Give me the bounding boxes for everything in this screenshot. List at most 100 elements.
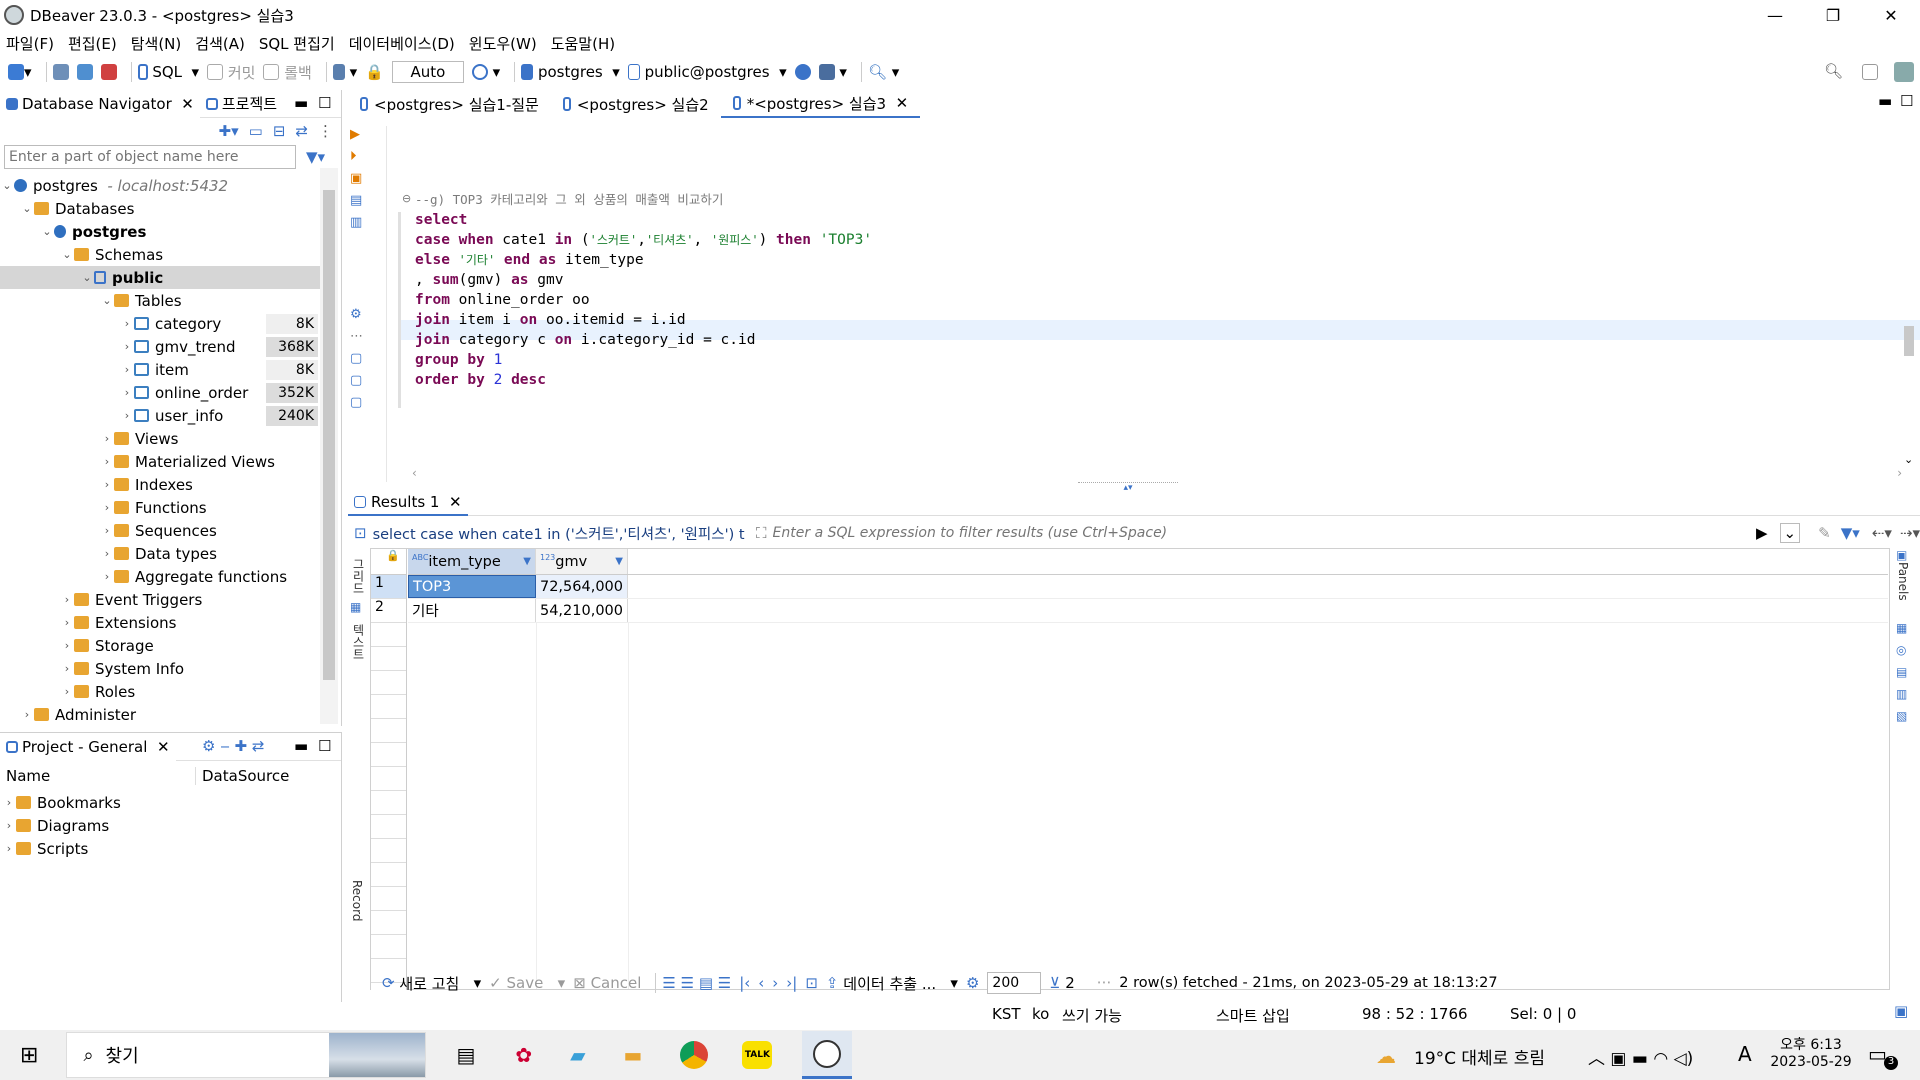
tree-item-materialized-views[interactable]: › Materialized Views [0, 450, 320, 473]
tree-item-extensions[interactable]: › Extensions [0, 611, 320, 634]
menu-sql-editor[interactable]: SQL 편집기 [259, 33, 335, 54]
file-explorer-icon[interactable]: ▬ [624, 1043, 643, 1067]
clear-filter-icon[interactable]: ✎ [1818, 524, 1831, 542]
datasource-selector[interactable]: postgres ▾ [521, 63, 620, 81]
navigator-filter-input[interactable] [4, 145, 296, 169]
sort-icon[interactable]: ▼ [615, 556, 623, 567]
fetch-all-icon[interactable]: ⊡ [805, 974, 818, 992]
menu-database[interactable]: 데이터베이스(D) [349, 33, 455, 54]
tree-item-table[interactable]: › gmv_trend 368K [0, 335, 320, 358]
maximize-panel-icon[interactable]: ☐ [318, 737, 331, 755]
close-tab-icon[interactable]: ✕ [157, 738, 170, 756]
cell-gmv[interactable]: 72,564,000 [536, 575, 628, 598]
tree-item-connection[interactable]: ⌄ postgres - localhost:5432 [0, 174, 320, 197]
cell-item-type[interactable]: TOP3 [408, 575, 536, 598]
load-plan-icon[interactable]: ▥ [350, 212, 370, 234]
dbeaver-taskbar-icon[interactable] [802, 1031, 853, 1079]
system-tray-icons[interactable]: ︿ ▣ ▬ ◠ ◁) [1588, 1044, 1693, 1069]
refresh-button[interactable]: ⟳ 새로 고침 ▾ [382, 973, 481, 994]
close-button[interactable]: ✕ [1862, 0, 1920, 30]
results-filter-input[interactable] [772, 522, 1746, 544]
tools-button[interactable]: ▾ [818, 63, 847, 81]
project-item-bookmarks[interactable]: › Bookmarks [0, 791, 341, 814]
minimize-editor-icon[interactable]: ▬ [1878, 92, 1892, 110]
column-header-item-type[interactable]: ABCitem_type ▼ [408, 549, 536, 574]
minimize-panel-icon[interactable]: ▬ [294, 737, 308, 755]
tree-item-indexes[interactable]: › Indexes [0, 473, 320, 496]
tab-text[interactable]: 텍스트 [350, 624, 367, 660]
row-number[interactable]: 2 [371, 599, 406, 623]
filter-icon[interactable]: ▼▾ [306, 148, 325, 166]
sort-icon[interactable]: ▼ [523, 556, 531, 567]
tree-item-administer[interactable]: › Administer [0, 703, 320, 726]
tree-item-table[interactable]: › item 8K [0, 358, 320, 381]
task-view-icon[interactable]: ▤ [456, 1043, 475, 1067]
reconnect-button[interactable] [76, 64, 93, 80]
row-count[interactable]: ⊻ 2 [1049, 974, 1074, 992]
column-name[interactable]: Name [0, 767, 196, 785]
grouping-icon[interactable]: ▤ [1896, 661, 1918, 683]
new-connection-icon[interactable]: ✚▾ [219, 122, 239, 140]
fold-icon[interactable]: ⊖ [402, 192, 411, 205]
cell-item-type[interactable]: 기타 [408, 599, 536, 622]
perspective-icon[interactable] [1862, 64, 1878, 80]
tree-item-event-triggers[interactable]: › Event Triggers [0, 588, 320, 611]
tab-editor-1[interactable]: <postgres> 실습1-질문 [348, 90, 551, 118]
menu-navigate[interactable]: 탐색(N) [131, 33, 182, 54]
column-header-gmv[interactable]: 123gmv ▼ [536, 549, 628, 574]
sql-editor-button[interactable]: SQL ▾ [137, 63, 199, 81]
close-tab-icon[interactable]: ✕ [449, 493, 462, 511]
format-icon[interactable]: ▢ [350, 348, 370, 370]
close-tab-icon[interactable]: ✕ [181, 95, 194, 113]
link-editor-icon[interactable]: ⇄ [295, 122, 308, 140]
save-button[interactable]: ✓ Save ▾ [489, 974, 565, 992]
execute-new-tab-icon[interactable]: ▣ [350, 168, 370, 190]
tab-results-1[interactable]: Results 1 ✕ [348, 489, 468, 516]
first-page-icon[interactable]: |‹ [739, 974, 750, 992]
tab-record[interactable]: Record [350, 880, 364, 921]
menu-window[interactable]: 윈도우(W) [469, 33, 537, 54]
settings-icon[interactable]: ⚙ [350, 304, 370, 326]
schema-selector[interactable]: public@postgres ▾ [627, 63, 787, 81]
row-number[interactable]: 1 [371, 575, 406, 599]
search-icon[interactable]: 🔍︎ [1824, 62, 1843, 80]
tab-editor-3[interactable]: *<postgres> 실습3 ✕ [720, 90, 921, 118]
row-edit-icons[interactable]: ☰ ☰ ▤ ☰ [662, 974, 731, 992]
transaction-mode-button[interactable]: ▾ [332, 63, 357, 81]
query-preview[interactable]: select case when cate1 in ('스커트','티셔츠', … [373, 523, 750, 544]
tab-editor-2[interactable]: <postgres> 실습2 [551, 90, 721, 118]
app-icon-paint[interactable]: ✿ [515, 1043, 532, 1067]
filter-history-icon[interactable]: ⌄ [1779, 523, 1801, 543]
menu-file[interactable]: 파일(F) [6, 33, 54, 54]
connect-button[interactable] [52, 64, 69, 80]
new-connection-button[interactable]: ▾ [8, 63, 32, 81]
execute-statement-icon[interactable]: ▶ [350, 124, 370, 146]
tree-item-data-types[interactable]: › Data types [0, 542, 320, 565]
column-datasource[interactable]: DataSource [196, 767, 289, 785]
history-button[interactable]: ▾ [471, 63, 500, 81]
more-icon[interactable]: ⋯ [350, 326, 370, 348]
last-page-icon[interactable]: ›| [786, 974, 797, 992]
tree-item-schemas[interactable]: ⌄ Schemas [0, 243, 320, 266]
tree-item-roles[interactable]: › Roles [0, 680, 320, 703]
outline-icon[interactable]: ▢ [350, 392, 370, 414]
tree-item-db-postgres[interactable]: ⌄ postgres [0, 220, 320, 243]
next-page-icon[interactable]: › [772, 974, 778, 992]
dbeaver-perspective-icon[interactable] [1894, 62, 1914, 82]
table-row[interactable]: TOP3 72,564,000 [408, 575, 1888, 599]
tree-item-tables[interactable]: ⌄ Tables [0, 289, 320, 312]
editor-hscrollbar[interactable]: ‹ › [412, 466, 1902, 482]
grid-view-icon[interactable]: ▦ [350, 600, 368, 614]
tab-database-navigator[interactable]: Database Navigator ✕ [0, 89, 200, 118]
expand-icon[interactable]: ⛶ [756, 524, 767, 542]
maximize-editor-icon[interactable]: ☐ [1900, 92, 1913, 110]
tab-project-general[interactable]: Project - General ✕ [0, 732, 176, 761]
menu-search[interactable]: 검색(A) [195, 33, 245, 54]
editor-vscrollbar[interactable]: ⌄ [1900, 126, 1918, 466]
auto-commit-mode[interactable]: Auto [391, 61, 464, 83]
tree-item-public[interactable]: ⌄ public [0, 266, 320, 289]
apply-filter-icon[interactable]: ▶ [1756, 524, 1768, 542]
restore-button[interactable]: ❐ [1804, 0, 1862, 30]
tree-item-table[interactable]: › online_order 352K [0, 381, 320, 404]
cancel-button[interactable]: ⊠ Cancel [573, 974, 641, 992]
